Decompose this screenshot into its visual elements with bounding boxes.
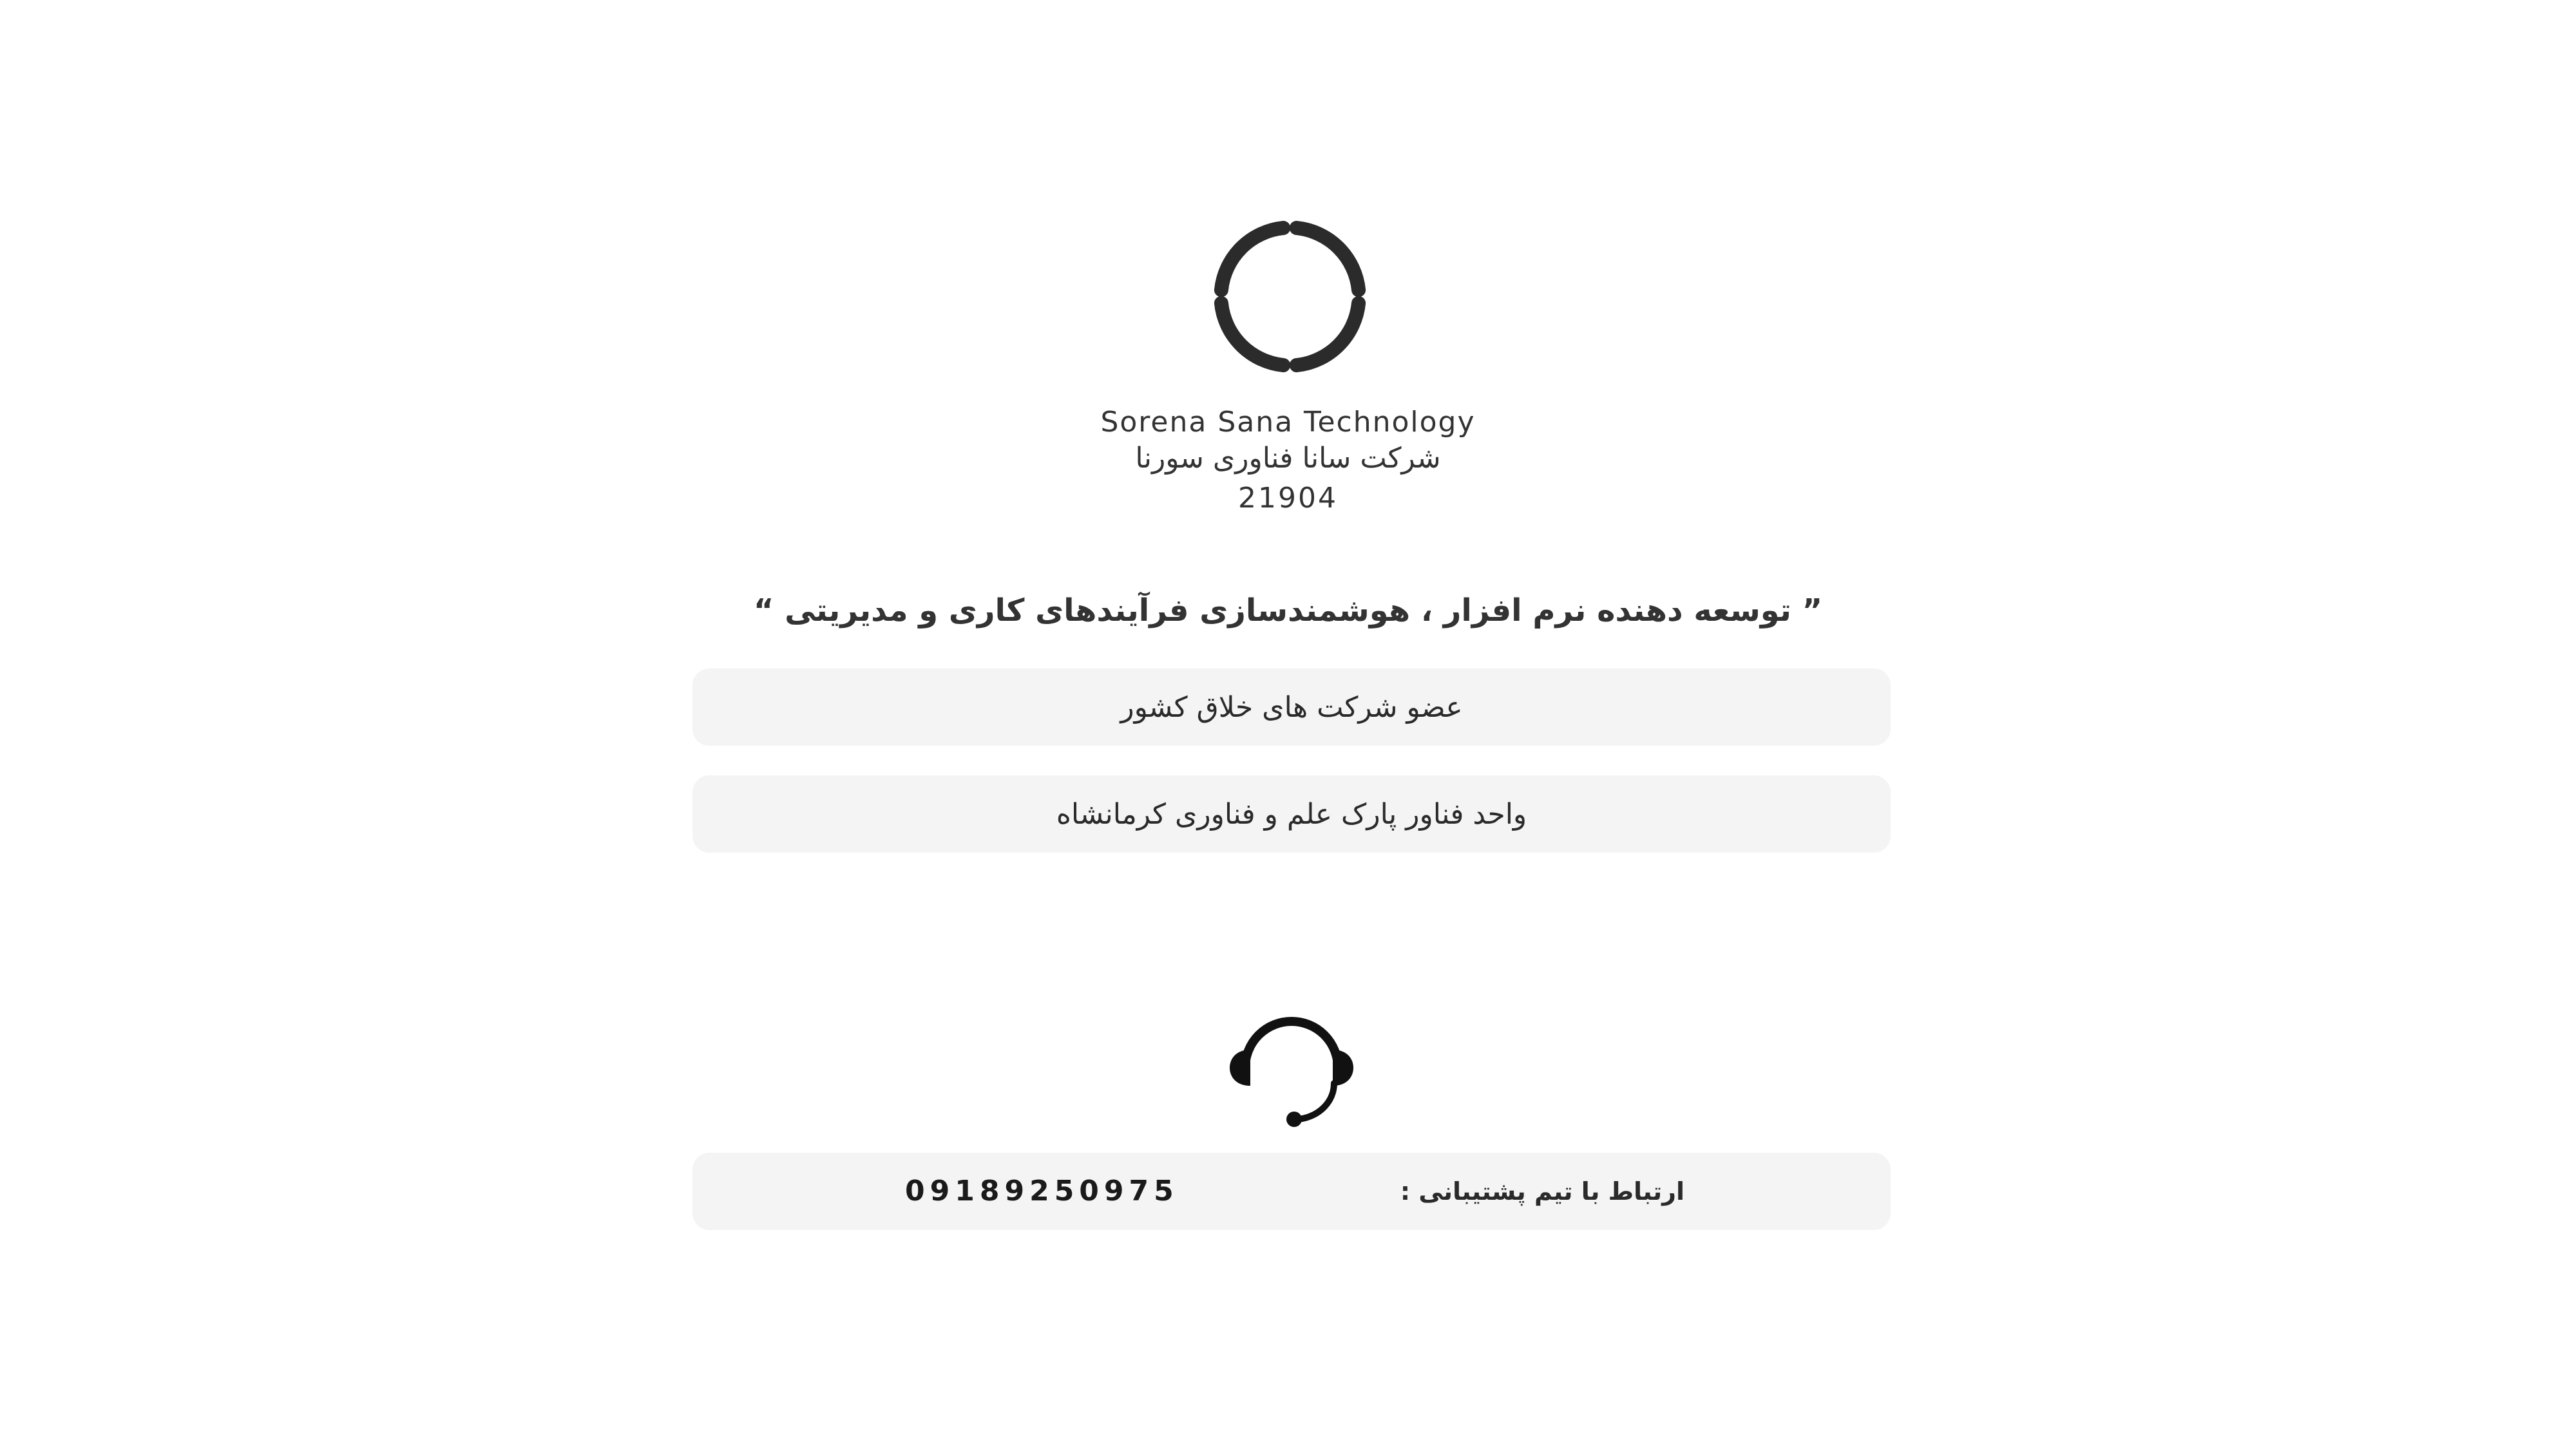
badge-creative-companies: عضو شرکت های خلاق کشور xyxy=(692,668,1891,746)
brand-name-fa: شرکت سانا فناوری سورنا xyxy=(1135,442,1441,475)
headset-icon xyxy=(1230,1017,1353,1127)
support-label: ارتباط با تیم پشتیبانی : xyxy=(1400,1177,1684,1206)
support-contact-bar: ارتباط با تیم پشتیبانی : 09189250975 xyxy=(692,1153,1891,1230)
page: Sorena Sana Technology شرکت سانا فناوری … xyxy=(0,0,2576,1449)
brand-name-en: Sorena Sana Technology xyxy=(1100,406,1476,439)
circle-segments-logo-icon xyxy=(1214,220,1366,373)
badge-label: عضو شرکت های خلاق کشور xyxy=(1120,690,1463,724)
brand-code: 21904 xyxy=(1238,482,1338,515)
support-phone-number[interactable]: 09189250975 xyxy=(905,1153,1179,1230)
badge-label: واحد فناور پارک علم و فناوری کرمانشاه xyxy=(1056,797,1527,831)
badge-science-park: واحد فناور پارک علم و فناوری کرمانشاه xyxy=(692,775,1891,853)
tagline: ” توسعه دهنده نرم افزار ، هوشمندسازی فرآ… xyxy=(753,592,1823,629)
